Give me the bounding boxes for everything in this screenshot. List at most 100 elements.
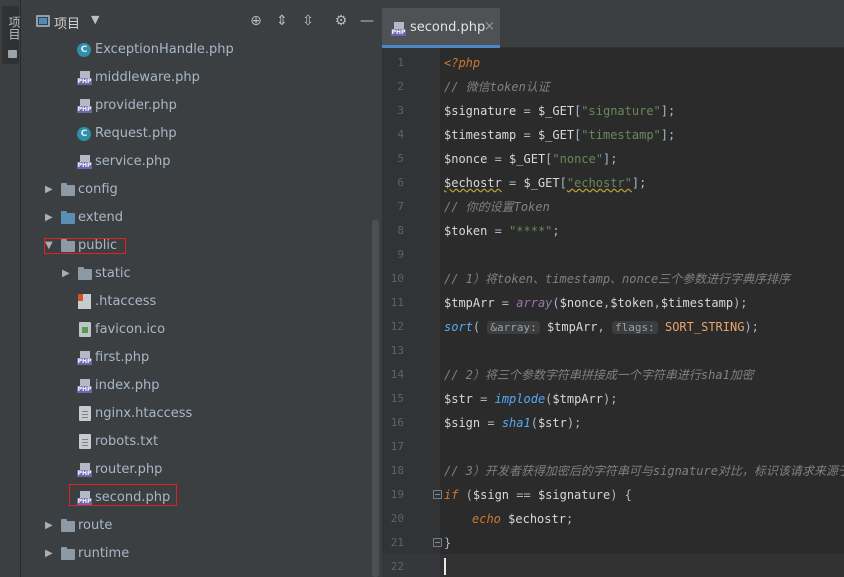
tree-item-route[interactable]: ▶ route <box>21 512 382 540</box>
gear-icon[interactable]: ⚙ <box>333 13 349 29</box>
line-number: 4 <box>397 128 404 141</box>
folder-icon <box>61 519 75 532</box>
line-number: 12 <box>390 320 404 333</box>
tree-item-exceptionhandle[interactable]: C ExceptionHandle.php <box>21 36 382 64</box>
code-line-5: $nonce = $_GET["nonce"]; <box>444 152 618 166</box>
line-number: 3 <box>397 104 404 117</box>
code-line-18: // 3）开发者获得加密后的字符串可与signature对比，标识该请求来源于 <box>444 464 844 478</box>
tab-label: second.php <box>410 20 486 35</box>
caret-down-icon[interactable]: ▼ <box>91 13 99 26</box>
tree-item-htaccess[interactable]: .htaccess <box>21 288 382 316</box>
tree-item-provider[interactable]: PHP provider.php <box>21 92 382 120</box>
editor-tab-bar: PHP second.php × <box>382 0 844 48</box>
tree-item-label: ExceptionHandle.php <box>95 42 234 57</box>
tree-item-runtime[interactable]: ▶ runtime <box>21 540 382 568</box>
chevron-right-icon[interactable]: ▶ <box>45 176 53 204</box>
scrollbar[interactable] <box>372 220 379 577</box>
code-line-10: // 1）将token、timestamp、nonce三个参数进行字典序排序 <box>444 272 791 286</box>
code-line-16: $sign = sha1($str); <box>444 416 582 430</box>
tree-item-label: index.php <box>95 378 160 393</box>
folder-icon <box>61 183 75 196</box>
php-file-icon: PHP <box>77 99 92 113</box>
code-line-14: // 2）将三个参数字符串拼接成一个字符串进行sha1加密 <box>444 368 754 382</box>
tree-item-label: static <box>95 266 131 281</box>
tree-item-middleware[interactable]: PHP middleware.php <box>21 64 382 92</box>
highlight-box-second <box>69 484 177 506</box>
tree-item-label: nginx.htaccess <box>95 406 193 421</box>
tree-item-label: .htaccess <box>95 294 157 309</box>
chevron-right-icon[interactable]: ▶ <box>45 540 53 568</box>
fold-marker-icon[interactable] <box>433 490 442 499</box>
expand-all-icon[interactable]: ⇕ <box>274 13 290 29</box>
chevron-right-icon[interactable]: ▶ <box>45 204 53 232</box>
line-number: 14 <box>390 368 404 381</box>
image-file-icon <box>79 322 91 337</box>
tree-item-robots[interactable]: robots.txt <box>21 428 382 456</box>
tree-item-first[interactable]: PHP first.php <box>21 344 382 372</box>
tree-item-favicon[interactable]: favicon.ico <box>21 316 382 344</box>
line-number: 16 <box>390 416 404 429</box>
tree-item-request[interactable]: C Request.php <box>21 120 382 148</box>
highlight-box-public <box>44 238 126 254</box>
chevron-right-icon[interactable]: ▶ <box>62 260 70 288</box>
line-number: 2 <box>397 80 404 93</box>
project-panel-title: 项目 <box>54 17 81 32</box>
code-area[interactable]: <?php // 微信token认证 $signature = $_GET["s… <box>444 48 844 553</box>
tree-item-label: route <box>78 518 113 533</box>
tab-second-php[interactable]: PHP second.php × <box>382 8 500 48</box>
tree-item-label: service.php <box>95 154 171 169</box>
tool-window-strip: 项目 <box>0 0 21 577</box>
tree-item-index[interactable]: PHP index.php <box>21 372 382 400</box>
project-window-icon <box>36 15 50 27</box>
folder-icon <box>61 547 75 560</box>
tree-item-label: first.php <box>95 350 150 365</box>
tree-item-extend[interactable]: ▶ extend <box>21 204 382 232</box>
tree-item-static[interactable]: ▶ static <box>21 260 382 288</box>
line-number: 19 <box>390 488 404 501</box>
code-line-21: } <box>444 536 452 550</box>
locate-icon[interactable]: ⊕ <box>248 13 264 29</box>
tree-item-router[interactable]: PHP router.php <box>21 456 382 484</box>
line-number: 9 <box>397 248 404 261</box>
code-line-7: // 你的设置Token <box>444 200 550 214</box>
line-number: 22 <box>390 560 404 573</box>
code-line-20: echo $echostr; <box>472 512 574 526</box>
minimize-icon[interactable]: — <box>359 13 375 29</box>
close-icon[interactable]: × <box>484 19 495 34</box>
php-file-icon: PHP <box>391 22 406 36</box>
folder-icon <box>8 50 17 58</box>
line-number: 18 <box>390 464 404 477</box>
code-line-3: $signature = $_GET["signature"]; <box>444 104 676 118</box>
chevron-right-icon[interactable]: ▶ <box>45 512 53 540</box>
tree-item-label: router.php <box>95 462 163 477</box>
class-icon: C <box>77 127 91 141</box>
line-number: 17 <box>390 440 404 453</box>
code-line-15: $str = implode($tmpArr); <box>444 392 618 406</box>
tree-item-label: runtime <box>78 546 130 561</box>
current-line-highlight <box>440 554 844 577</box>
tree-item-service[interactable]: PHP service.php <box>21 148 382 176</box>
line-number: 20 <box>390 512 404 525</box>
code-line-11: $tmpArr = array($nonce,$token,$timestamp… <box>444 296 748 310</box>
folder-icon <box>78 267 92 280</box>
text-file-icon <box>79 434 91 449</box>
code-line-1: <?php <box>444 56 481 70</box>
tree-item-label: middleware.php <box>95 70 200 85</box>
tree-item-label: provider.php <box>95 98 177 113</box>
tree-item-nginx-htaccess[interactable]: nginx.htaccess <box>21 400 382 428</box>
php-file-icon: PHP <box>77 71 92 85</box>
line-number: 13 <box>390 344 404 357</box>
line-number: 5 <box>397 152 404 165</box>
htaccess-icon <box>78 294 91 309</box>
fold-marker-icon[interactable] <box>433 538 442 547</box>
collapse-all-icon[interactable]: ⇳ <box>300 13 316 29</box>
line-number: 11 <box>390 296 404 309</box>
project-tool-tab[interactable]: 项目 <box>2 6 21 64</box>
tree-item-config[interactable]: ▶ config <box>21 176 382 204</box>
php-file-icon: PHP <box>77 351 92 365</box>
tree-item-label: extend <box>78 210 124 225</box>
line-number: 1 <box>397 56 404 69</box>
line-number: 6 <box>397 176 404 189</box>
class-icon: C <box>77 43 91 57</box>
line-number: 15 <box>390 392 404 405</box>
